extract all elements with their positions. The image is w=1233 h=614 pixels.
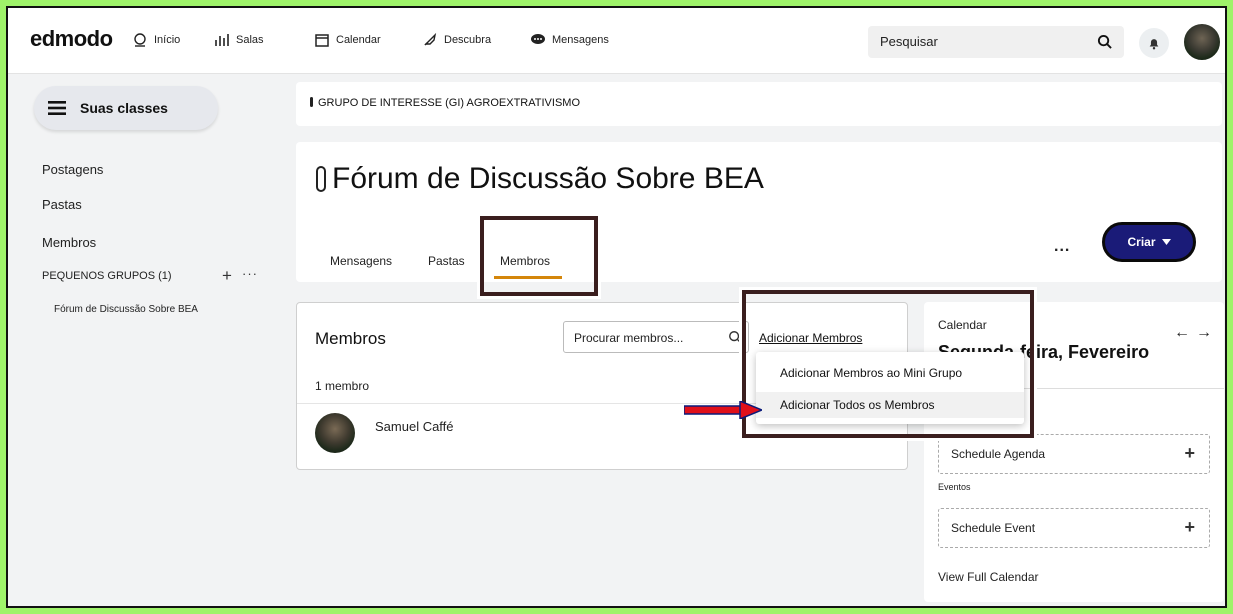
create-button[interactable]: Criar (1102, 222, 1196, 262)
rocket-icon (424, 32, 437, 46)
tab-folders[interactable]: Pastas (428, 254, 465, 268)
members-title: Membros (315, 329, 386, 348)
nav-discover-label: Descubra (444, 34, 492, 46)
member-search-placeholder: Procurar membros... (574, 331, 684, 345)
nav-home-label: Início (154, 34, 181, 46)
your-classes-button[interactable]: Suas classes (34, 86, 218, 130)
group-marker-icon (316, 166, 326, 192)
create-button-label: Criar (1127, 235, 1156, 249)
plus-icon: + (1184, 443, 1195, 463)
chat-icon (531, 34, 545, 44)
add-small-group-icon[interactable]: + (222, 266, 232, 286)
member-name[interactable]: Samuel Caffé (375, 419, 454, 434)
nav-rooms[interactable]: Salas (214, 32, 264, 48)
nav-home[interactable]: Início (132, 32, 180, 48)
schedule-event-label: Schedule Event (951, 521, 1036, 535)
menu-icon (48, 101, 66, 115)
bell-icon (1149, 39, 1159, 50)
member-avatar[interactable] (315, 413, 355, 453)
nav-calendar[interactable]: Calendar (314, 32, 381, 48)
calendar-icon (315, 34, 329, 47)
nav-rooms-label: Salas (236, 34, 264, 46)
sidebar-item-small-group[interactable]: Fórum de Discussão Sobre BEA (54, 304, 198, 315)
add-members-link[interactable]: Adicionar Membros (759, 331, 862, 345)
forum-header-card: Fórum de Discussão Sobre BEA Mensagens P… (296, 142, 1222, 282)
schedule-agenda-button[interactable]: Schedule Agenda + (938, 434, 1210, 474)
annotation-arrow-icon (684, 401, 762, 419)
top-navbar: edmodo Início Salas Calendar Descubra Me… (8, 8, 1225, 74)
edmodo-logo[interactable]: edmodo (30, 26, 113, 52)
add-members-dropdown: Adicionar Membros ao Mini Grupo Adiciona… (756, 352, 1024, 424)
group-breadcrumb[interactable]: GRUPO DE INTERESSE (GI) AGROEXTRATIVISMO (296, 82, 1222, 126)
nav-messages-label: Mensagens (552, 34, 609, 46)
more-options-button[interactable]: ... (1054, 238, 1070, 256)
group-name: GRUPO DE INTERESSE (GI) AGROEXTRATIVISMO (318, 97, 580, 109)
search-icon[interactable] (1097, 34, 1112, 49)
app-window: edmodo Início Salas Calendar Descubra Me… (6, 6, 1227, 608)
search-icon (729, 331, 742, 344)
chevron-down-icon (1161, 239, 1171, 245)
tab-members[interactable]: Membros (500, 254, 550, 268)
member-count: 1 membro (315, 379, 370, 393)
tab-messages[interactable]: Mensagens (330, 254, 392, 268)
member-search-input[interactable]: Procurar membros... (563, 321, 749, 353)
your-classes-label: Suas classes (80, 100, 168, 116)
menu-item-add-all-members[interactable]: Adicionar Todos os Membros (756, 392, 1024, 418)
notifications-button[interactable] (1139, 28, 1169, 58)
plus-icon: + (1184, 517, 1195, 537)
calendar-label: Calendar (938, 318, 987, 332)
active-tab-indicator (494, 276, 562, 279)
rooms-icon (215, 34, 229, 46)
search-input[interactable]: Pesquisar (868, 26, 1124, 58)
calendar-card: Calendar ←→ Segunda-feira, Fevereiro Sch… (924, 302, 1224, 602)
menu-item-add-mini-group[interactable]: Adicionar Membros ao Mini Grupo (780, 366, 962, 380)
small-groups-more-icon[interactable]: ··· (242, 266, 258, 281)
sidebar-item-folders[interactable]: Pastas (42, 197, 82, 212)
search-placeholder: Pesquisar (880, 34, 938, 49)
nav-discover[interactable]: Descubra (422, 32, 491, 48)
nav-messages[interactable]: Mensagens (530, 32, 609, 48)
nav-calendar-label: Calendar (336, 34, 381, 46)
calendar-nav-arrows[interactable]: ←→ (1174, 324, 1218, 342)
schedule-event-button[interactable]: Schedule Event + (938, 508, 1210, 548)
group-marker-icon (310, 97, 313, 107)
view-full-calendar-link[interactable]: View Full Calendar (938, 570, 1039, 584)
small-groups-header: PEQUENOS GRUPOS (1) (42, 270, 172, 282)
sidebar-item-posts[interactable]: Postagens (42, 162, 103, 177)
events-label: Eventos (938, 482, 971, 492)
forum-title-text: Fórum de Discussão Sobre BEA (332, 162, 764, 195)
schedule-agenda-label: Schedule Agenda (951, 447, 1046, 461)
user-avatar[interactable] (1182, 22, 1222, 62)
home-icon (134, 33, 146, 47)
sidebar-item-members[interactable]: Membros (42, 235, 96, 250)
page-title: Fórum de Discussão Sobre BEA (316, 162, 764, 196)
